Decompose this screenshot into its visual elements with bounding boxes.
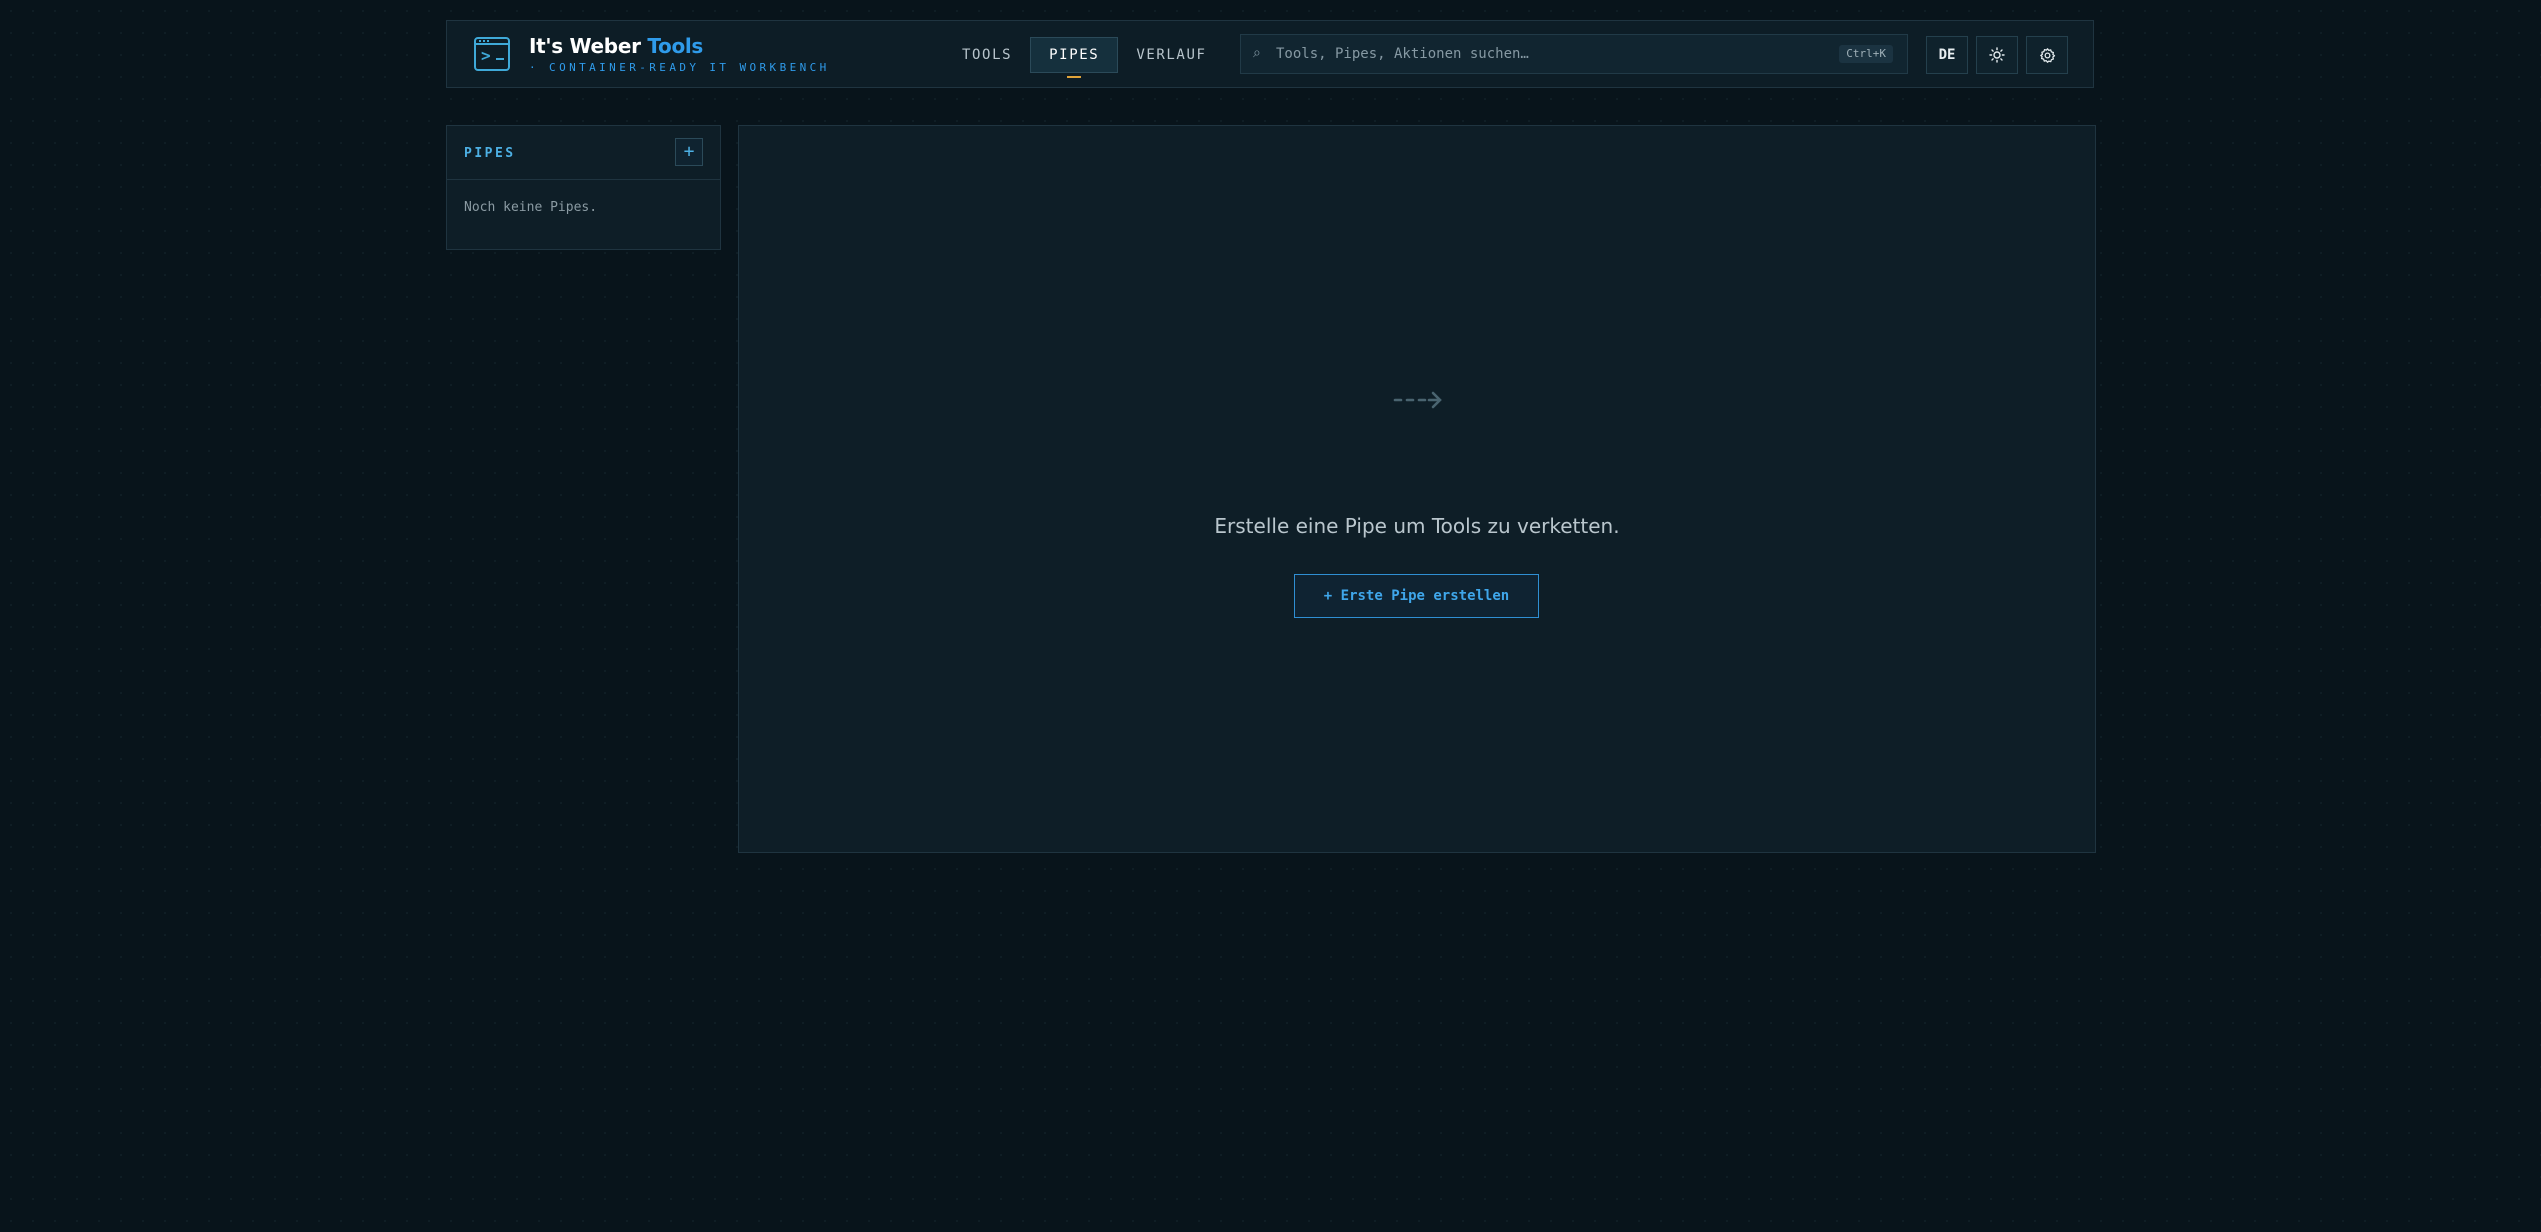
search-icon: ⌕ xyxy=(1253,45,1261,61)
terminal-logo-icon: > xyxy=(474,37,510,71)
sidebar-title: PIPES xyxy=(464,146,516,161)
search-box[interactable]: ⌕ Tools, Pipes, Aktionen suchen… Ctrl+K xyxy=(1240,34,1908,74)
pipe-arrow-icon xyxy=(1393,391,1442,409)
app-header: > It's Weber Tools · CONTAINER-READY IT … xyxy=(446,20,2094,88)
empty-state-message: Erstelle eine Pipe um Tools zu verketten… xyxy=(1214,514,1620,538)
sidebar-header: PIPES + xyxy=(447,126,720,180)
nav-history[interactable]: VERLAUF xyxy=(1118,37,1224,73)
theme-toggle-button[interactable] xyxy=(1976,36,2018,74)
brand-subtitle: · CONTAINER-READY IT WORKBENCH xyxy=(529,61,830,74)
nav-tools[interactable]: TOOLS xyxy=(944,37,1030,73)
nav-pipes[interactable]: PIPES xyxy=(1030,37,1119,78)
sun-icon xyxy=(1989,47,2005,63)
search-input[interactable]: Tools, Pipes, Aktionen suchen… xyxy=(1276,46,1529,62)
pipe-editor-panel: Erstelle eine Pipe um Tools zu verketten… xyxy=(738,125,2096,853)
sidebar-empty-text: Noch keine Pipes. xyxy=(464,200,598,215)
settings-button[interactable] xyxy=(2026,36,2068,74)
search-shortcut-badge: Ctrl+K xyxy=(1839,45,1893,63)
gear-icon xyxy=(2040,48,2056,63)
brand-title[interactable]: It's Weber Tools xyxy=(529,34,703,58)
add-pipe-button[interactable]: + xyxy=(675,138,703,166)
language-button[interactable]: DE xyxy=(1926,36,1968,74)
create-first-pipe-button[interactable]: + Erste Pipe erstellen xyxy=(1294,574,1539,618)
pipes-sidebar: PIPES + Noch keine Pipes. xyxy=(446,125,721,250)
